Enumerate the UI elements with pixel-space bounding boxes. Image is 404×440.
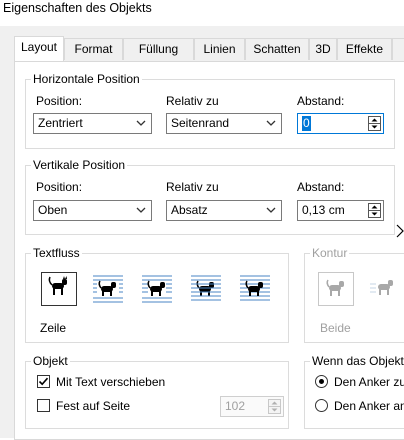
- page-number-value: 102: [225, 399, 246, 413]
- move-with-text-checkbox[interactable]: [37, 375, 50, 388]
- tab-3d[interactable]: 3D: [309, 38, 337, 60]
- vertical-position-select[interactable]: Oben: [33, 200, 152, 221]
- textflow-title: Textfluss: [31, 246, 82, 260]
- spin-updown-icon[interactable]: [368, 203, 381, 218]
- radio-dot: [319, 379, 324, 384]
- anchor-option-1-label[interactable]: Den Anker zu: [334, 375, 404, 389]
- inline-wrap-icon: [48, 276, 67, 295]
- tab-more[interactable]: [392, 38, 404, 60]
- contour-label: Beide: [320, 321, 351, 335]
- horizontal-distance-label: Abstand:: [297, 94, 345, 108]
- vertical-distance-label: Abstand:: [297, 180, 345, 194]
- vertical-distance-value[interactable]: 0,13 cm: [302, 203, 345, 217]
- horizontal-relative-select[interactable]: Seitenrand: [166, 113, 282, 134]
- tab-effekte[interactable]: Effekte: [337, 38, 392, 60]
- fixed-on-page-label[interactable]: Fest auf Seite: [56, 399, 130, 413]
- horizontal-position-select[interactable]: Zentriert: [33, 113, 152, 134]
- tab-layout[interactable]: Layout: [14, 36, 64, 61]
- spin-updown-icon[interactable]: [368, 116, 381, 131]
- textflow-selected-label: Zeile: [40, 321, 67, 335]
- spin-updown-icon: [268, 399, 281, 414]
- text-cursor-icon: [396, 224, 404, 238]
- chevron-down-icon: [266, 207, 276, 213]
- anchor-option-1-radio[interactable]: [315, 375, 328, 388]
- top-bottom-wrap-icon: [240, 275, 270, 301]
- object-title: Objekt: [31, 354, 70, 368]
- tab-schatten[interactable]: Schatten: [245, 38, 309, 60]
- vertical-relative-label: Relativ zu: [166, 180, 219, 194]
- tight-wrap-icon: [142, 275, 172, 303]
- wrap-tight-button[interactable]: [140, 272, 176, 306]
- vertical-distance-spin[interactable]: 0,13 cm: [297, 200, 384, 221]
- horizontal-distance-spin[interactable]: 0: [297, 113, 384, 134]
- horizontal-relative-label: Relativ zu: [166, 94, 219, 108]
- square-wrap-icon: [93, 275, 123, 303]
- anchor-option-2-radio[interactable]: [315, 399, 328, 412]
- vertical-relative-select[interactable]: Absatz: [166, 200, 282, 221]
- move-with-text-label[interactable]: Mit Text verschieben: [56, 375, 165, 389]
- contour-button-1[interactable]: [318, 272, 354, 306]
- anchor-title: Wenn das Objekt: [310, 354, 404, 368]
- anchor-option-2-label[interactable]: Den Anker an: [334, 399, 404, 413]
- object-group: Objekt: [25, 354, 289, 429]
- chevron-down-icon: [266, 120, 276, 126]
- contour-title: Kontur: [310, 246, 350, 260]
- wrap-inline-button[interactable]: [41, 272, 77, 306]
- tab-format[interactable]: Format: [64, 38, 123, 60]
- wrap-square-button[interactable]: [91, 272, 127, 306]
- vertical-position-title: Vertikale Position: [31, 158, 128, 172]
- title-bar: Eigenschaften des Objekts: [0, 0, 404, 26]
- contour-button-2[interactable]: [368, 272, 404, 306]
- horizontal-distance-value[interactable]: 0: [302, 116, 311, 131]
- wrap-through-button[interactable]: [189, 272, 225, 306]
- window-title: Eigenschaften des Objekts: [3, 1, 152, 15]
- contour-cat-icon: [326, 279, 344, 296]
- vertical-position-label: Position:: [36, 180, 83, 194]
- checkmark-icon: [38, 377, 49, 386]
- horizontal-position-label: Position:: [36, 94, 83, 108]
- page-number-spin[interactable]: 102: [220, 396, 284, 417]
- anchor-group: Wenn das Objekt: [304, 354, 404, 429]
- tab-fuellung[interactable]: Füllung: [123, 38, 194, 60]
- fixed-on-page-checkbox[interactable]: [37, 399, 50, 412]
- tab-linien[interactable]: Linien: [194, 38, 245, 60]
- horizontal-position-title: Horizontale Position: [31, 72, 142, 86]
- contour-outside-icon: [370, 280, 393, 295]
- through-wrap-icon: [191, 275, 221, 301]
- chevron-down-icon: [136, 207, 146, 213]
- wrap-top-bottom-button[interactable]: [238, 272, 274, 306]
- chevron-down-icon: [136, 120, 146, 126]
